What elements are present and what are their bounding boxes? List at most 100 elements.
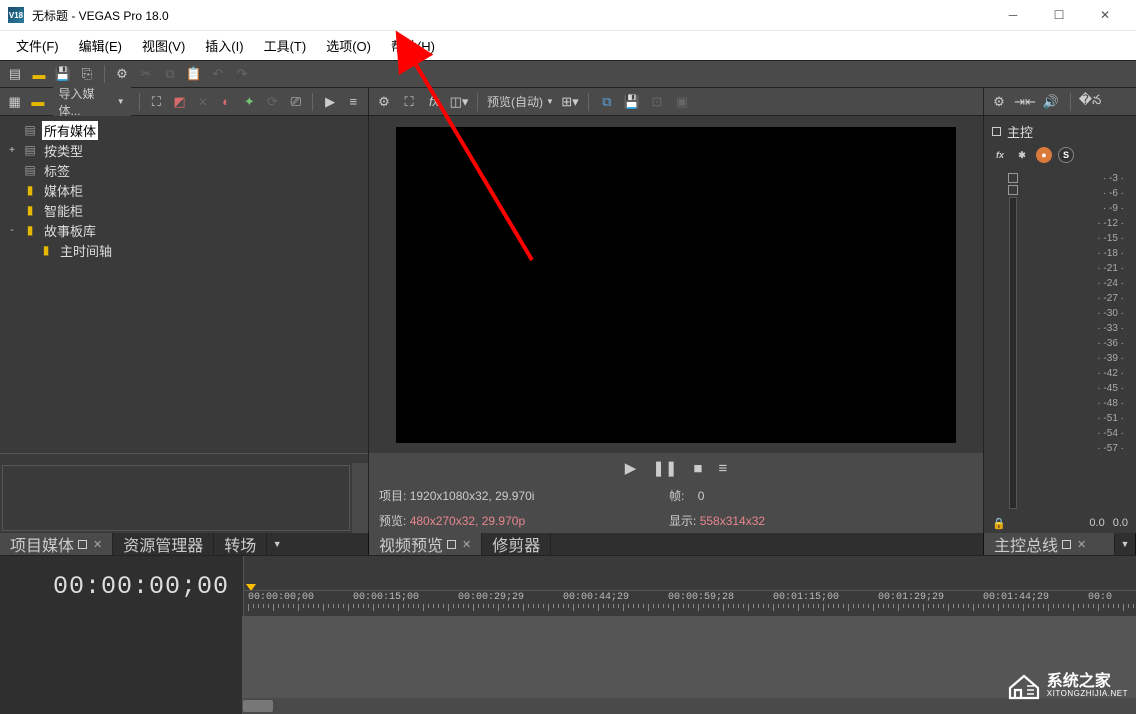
remove-icon[interactable]: ⨯ [194,93,211,111]
tree-item-by-type[interactable]: + ▤ 按类型 [2,140,366,160]
tab-transitions[interactable]: 转场 [214,533,267,555]
media-fx-icon[interactable]: ✦ [241,93,258,111]
options-icon[interactable]: ≡ [345,93,362,111]
thumbnail-view[interactable] [2,465,350,531]
tree-item-storyboard[interactable]: - ▮ 故事板库 [2,220,366,240]
play-icon[interactable]: ▶ [321,93,338,111]
close-button[interactable]: ✕ [1082,0,1128,30]
tab-overflow-icon[interactable]: ▼ [1115,533,1135,555]
video-fx-icon[interactable]: fx [425,93,443,111]
tree-item-tags[interactable]: ▤ 标签 [2,160,366,180]
maximize-button[interactable]: ☐ [1036,0,1082,30]
pause-button[interactable]: ❚❚ [652,459,677,477]
master-solo-icon[interactable]: S [1058,147,1074,163]
close-icon[interactable]: ✕ [93,538,102,551]
display-value: 558x314x32 [700,514,765,528]
media-prop-icon[interactable]: ◐ [217,93,234,111]
import-media-button[interactable]: 导入媒体... ▼ [53,83,131,121]
dock-icon[interactable] [1062,540,1071,549]
menu-tools[interactable]: 工具(T) [254,32,317,59]
dock-icon[interactable] [447,540,456,549]
menu-help[interactable]: 帮助(H) [381,32,445,59]
capture-icon[interactable]: ⛶ [148,93,165,111]
scrollbar-vertical[interactable] [352,463,368,533]
save-icon[interactable]: 💾 [54,65,72,83]
paste-icon[interactable]: 📋 [185,65,203,83]
save-snapshot-icon[interactable]: 💾 [623,93,641,111]
toolbar-separator [588,93,589,111]
meter-bar [1009,197,1017,509]
meter-peak-icon[interactable] [1008,185,1018,195]
expand-icon[interactable]: + [6,145,18,156]
split-screen-icon[interactable]: ◫▾ [450,93,468,111]
mixer-settings-icon[interactable]: ⚙ [990,93,1008,111]
play-button[interactable]: ▶ [625,459,637,477]
preview-settings-icon[interactable]: ⚙ [375,93,393,111]
menu-edit[interactable]: 编辑(E) [69,32,132,59]
tab-video-preview[interactable]: 视频预览 ✕ [369,533,482,555]
master-mute-icon[interactable]: ● [1036,147,1052,163]
scrollbar-thumb[interactable] [243,700,273,712]
external-monitor-icon[interactable]: ⛶ [400,93,418,111]
menu-options[interactable]: 选项(O) [316,32,381,59]
cut-icon[interactable]: ✂ [137,65,155,83]
timeline-ruler[interactable]: 00:00:00;0000:00:15;0000:00:29;2900:00:4… [243,556,1136,616]
tab-overflow-icon[interactable]: ▼ [267,533,287,555]
track-header-area[interactable] [0,616,243,714]
minimize-button[interactable]: ─ [990,0,1036,30]
get-media-icon[interactable]: ◩ [171,93,188,111]
undo-icon[interactable]: ↶ [209,65,227,83]
safe-area-icon[interactable]: ▣ [673,93,691,111]
menu-file[interactable]: 文件(F) [6,32,69,59]
master-bus-panel: ⚙ ⇥⇤ 🔊 �న 主控 fx ✱ ● S · -3 ·· -6 ·· -9 ·… [984,88,1136,533]
close-icon[interactable]: ✕ [462,538,471,551]
timecode-display[interactable]: 00:00:00;00 [0,556,243,616]
splitter-horizontal[interactable] [0,453,368,463]
tab-explorer[interactable]: 资源管理器 [113,533,214,555]
tab-trimmer[interactable]: 修剪器 [482,533,551,555]
open-icon[interactable]: ▬ [30,65,48,83]
dock-group-left: 项目媒体 ✕ 资源管理器 转场 ▼ [0,533,369,555]
master-fx-icon[interactable]: fx [992,147,1008,163]
properties-icon[interactable]: ⚙ [113,65,131,83]
stop-button[interactable]: ■ [693,460,702,477]
new-project-icon[interactable]: ▤ [6,65,24,83]
copy-icon[interactable]: ⧉ [161,65,179,83]
refresh-icon[interactable]: ⟳ [264,93,281,111]
tree-item-all-media[interactable]: ▤ 所有媒体 [2,120,366,140]
collapse-icon[interactable]: - [6,225,18,236]
tree-item-media-bins[interactable]: ▮ 媒体柜 [2,180,366,200]
menu-button[interactable]: ≡ [718,460,727,477]
menu-insert[interactable]: 插入(I) [195,32,253,59]
overlay-icon[interactable]: ⊞▾ [561,93,579,111]
timecode-value: 00:00:00;00 [53,572,229,601]
tree-item-smart-bins[interactable]: ▮ 智能柜 [2,200,366,220]
faders-icon[interactable]: �న [1081,93,1099,111]
timeline-panel: 00:00:00;00 00:00:00;0000:00:15;0000:00:… [0,555,1136,714]
project-value: 1920x1080x32, 29.970i [410,489,535,503]
region-icon[interactable]: ⊡ [648,93,666,111]
main-toolbar: ▤ ▬ 💾 ⎘ ⚙ ✂ ⧉ 📋 ↶ ↷ [0,60,1136,88]
meter-peak-icon[interactable] [1008,173,1018,183]
render-icon[interactable]: ⎘ [78,65,96,83]
scrollbar-horizontal[interactable] [243,698,1136,714]
tree-item-main-timeline[interactable]: ▮ 主时间轴 [18,240,366,260]
script-icon[interactable]: ⎚ [287,93,304,111]
close-icon[interactable]: ✕ [1077,538,1086,551]
dim-icon[interactable]: 🔊 [1042,93,1060,111]
copy-snapshot-icon[interactable]: ⧉ [598,93,616,111]
tab-master-bus[interactable]: 主控总线 ✕ [984,533,1115,555]
menu-view[interactable]: 视图(V) [132,32,195,59]
dock-icon[interactable] [78,540,87,549]
preview-quality-dropdown[interactable]: 预览(自动) ▼ [487,93,554,110]
redo-icon[interactable]: ↷ [233,65,251,83]
master-toggle-icon[interactable] [992,127,1001,136]
master-automation-icon[interactable]: ✱ [1014,147,1030,163]
track-content-area[interactable] [243,616,1136,714]
tab-project-media[interactable]: 项目媒体 ✕ [0,533,113,555]
media-folder-icon[interactable]: ▬ [29,93,46,111]
downmix-icon[interactable]: ⇥⇤ [1016,93,1034,111]
media-view-icon[interactable]: ▦ [6,93,23,111]
lock-icon[interactable]: 🔒 [992,517,1006,530]
preview-viewport[interactable] [396,127,956,443]
